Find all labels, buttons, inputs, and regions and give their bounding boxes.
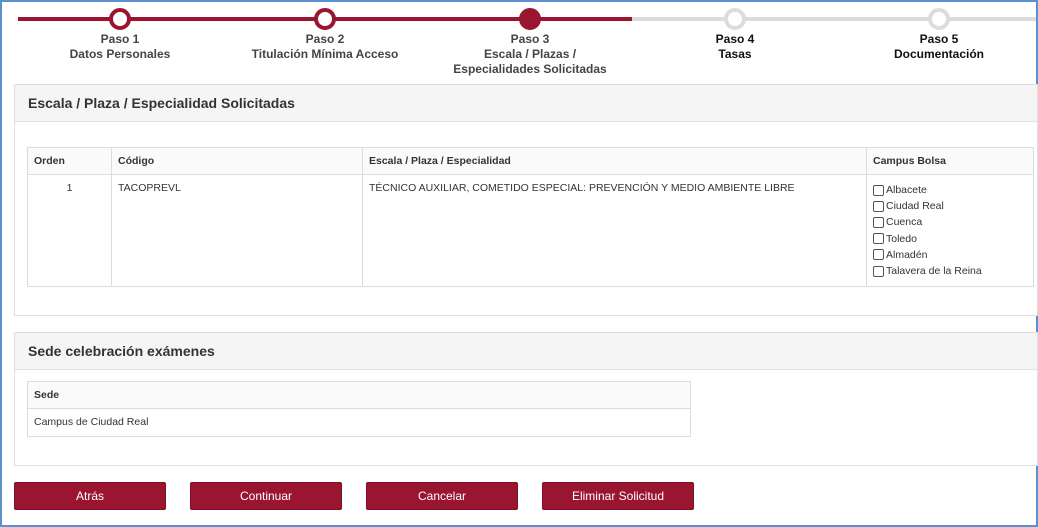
checkbox-almaden[interactable] [873, 249, 884, 261]
step-5: Paso 5 Documentación [839, 8, 1038, 62]
campus-option-cuenca[interactable]: Cuenca [873, 214, 1027, 230]
checkbox-talavera[interactable] [873, 265, 884, 277]
cell-escala: TÉCNICO AUXILIAR, COMETIDO ESPECIAL: PRE… [362, 173, 867, 288]
step-2-title: Paso 2 [305, 32, 345, 46]
campus-checkbox-list: Albacete Ciudad Real Cuenca Toledo Almad… [873, 182, 1027, 279]
column-header-sede: Sede [27, 381, 691, 409]
campus-option-almaden[interactable]: Almadén [873, 247, 1027, 263]
progress-stepper: Paso 1 Datos Personales Paso 2 Titulació… [0, 0, 1038, 80]
cell-sede: Campus de Ciudad Real [27, 408, 691, 437]
step-5-title: Paso 5 [919, 32, 959, 46]
campus-option-albacete[interactable]: Albacete [873, 182, 1027, 198]
step-1-circle-icon [109, 8, 131, 30]
solicitadas-panel: Escala / Plaza / Especialidad Solicitada… [14, 84, 1038, 316]
step-4-title: Paso 4 [715, 32, 755, 46]
step-1-name: Datos Personales [69, 47, 171, 61]
step-4-name: Tasas [718, 47, 752, 61]
step-2[interactable]: Paso 2 Titulación Mínima Acceso [225, 8, 425, 62]
step-4-circle-icon [724, 8, 746, 30]
checkbox-cuenca[interactable] [873, 216, 884, 228]
campus-option-ciudad-real[interactable]: Ciudad Real [873, 198, 1027, 214]
sede-panel-title: Sede celebración exámenes [15, 333, 1037, 370]
step-1[interactable]: Paso 1 Datos Personales [20, 8, 220, 62]
delete-request-button[interactable]: Eliminar Solicitud [542, 482, 694, 510]
campus-label: Talavera de la Reina [886, 265, 982, 278]
table-row: Campus de Ciudad Real [27, 408, 691, 437]
step-3-title: Paso 3 [510, 32, 550, 46]
column-header-campus: Campus Bolsa [866, 147, 1034, 175]
checkbox-albacete[interactable] [873, 184, 884, 196]
table-header-row: Sede [27, 381, 691, 409]
sede-panel: Sede celebración exámenes Sede Campus de… [14, 332, 1038, 466]
campus-label: Almadén [886, 248, 928, 261]
step-4: Paso 4 Tasas [635, 8, 835, 62]
step-3-circle-icon [519, 8, 541, 30]
campus-option-toledo[interactable]: Toledo [873, 231, 1027, 247]
campus-label: Cuenca [886, 216, 923, 229]
cell-codigo: TACOPREVL [111, 173, 363, 288]
cancel-button[interactable]: Cancelar [366, 482, 518, 510]
step-3-name: Escala / Plazas / Especialidades Solicit… [453, 47, 607, 76]
table-header-row: Orden Código Escala / Plaza / Especialid… [27, 147, 1034, 175]
sede-table: Sede Campus de Ciudad Real [27, 381, 691, 437]
step-5-circle-icon [928, 8, 950, 30]
continue-button[interactable]: Continuar [190, 482, 342, 510]
campus-label: Ciudad Real [886, 200, 944, 213]
solicitadas-table: Orden Código Escala / Plaza / Especialid… [27, 147, 1034, 288]
checkbox-ciudad-real[interactable] [873, 200, 884, 212]
step-1-title: Paso 1 [100, 32, 140, 46]
solicitadas-panel-title: Escala / Plaza / Especialidad Solicitada… [15, 85, 1037, 122]
table-row: 1 TACOPREVL TÉCNICO AUXILIAR, COMETIDO E… [27, 173, 1034, 288]
step-3: Paso 3 Escala / Plazas / Especialidades … [440, 8, 620, 77]
cell-orden: 1 [27, 173, 112, 288]
campus-option-talavera[interactable]: Talavera de la Reina [873, 263, 1027, 279]
column-header-escala: Escala / Plaza / Especialidad [362, 147, 867, 175]
column-header-orden: Orden [27, 147, 112, 175]
campus-label: Albacete [886, 184, 927, 197]
step-5-name: Documentación [893, 47, 984, 61]
cell-campus: Albacete Ciudad Real Cuenca Toledo Almad… [866, 173, 1034, 288]
column-header-codigo: Código [111, 147, 363, 175]
campus-label: Toledo [886, 232, 917, 245]
step-2-name: Titulación Mínima Acceso [251, 47, 399, 61]
back-button[interactable]: Atrás [14, 482, 166, 510]
step-2-circle-icon [314, 8, 336, 30]
checkbox-toledo[interactable] [873, 233, 884, 245]
